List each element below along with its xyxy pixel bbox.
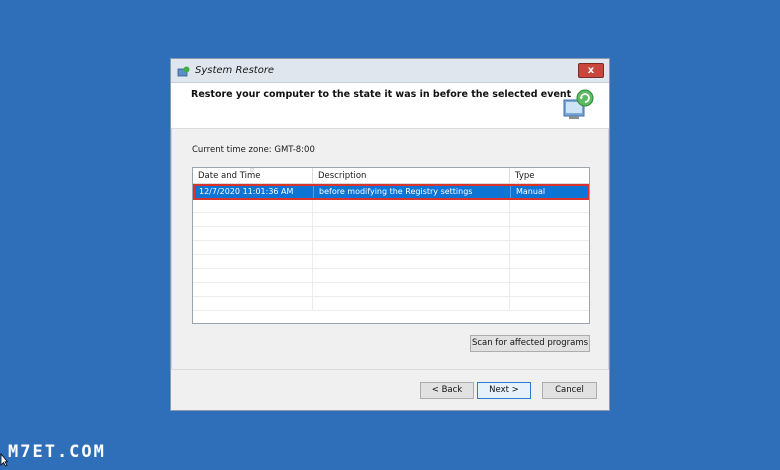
header-instruction: Restore your computer to the state it wa… [191, 89, 572, 100]
restore-points-table[interactable]: ▽ Date and Time Description Type 12/7/20… [192, 167, 590, 324]
system-restore-window: System Restore x Restore your computer t… [170, 58, 610, 411]
empty-row [193, 269, 589, 283]
close-button[interactable]: x [578, 63, 604, 78]
site-watermark: M7ET.COM [8, 442, 106, 462]
empty-row [193, 297, 589, 311]
table-header: ▽ Date and Time Description Type [193, 168, 589, 184]
close-icon: x [587, 65, 595, 76]
wizard-header: Restore your computer to the state it wa… [171, 83, 609, 129]
table-row[interactable]: 12/7/2020 11:01:36 AM before modifying t… [193, 184, 589, 200]
row-description: before modifying the Registry settings [314, 185, 511, 198]
row-date: 12/7/2020 11:01:36 AM [194, 185, 314, 198]
empty-row [193, 199, 589, 213]
restore-computer-icon [561, 88, 597, 124]
back-button[interactable]: < Back [420, 382, 474, 399]
column-header-type[interactable]: Type [510, 168, 589, 183]
mouse-cursor-icon [0, 452, 9, 467]
empty-row [193, 241, 589, 255]
timezone-label: Current time zone: GMT-8:00 [192, 145, 315, 155]
cancel-button[interactable]: Cancel [542, 382, 597, 399]
empty-row [193, 227, 589, 241]
sort-arrow-icon: ▽ [250, 168, 254, 174]
empty-row [193, 255, 589, 269]
title-bar[interactable]: System Restore [171, 59, 609, 83]
row-type: Manual [511, 185, 588, 198]
column-header-description[interactable]: Description [313, 168, 510, 183]
system-restore-icon [177, 64, 190, 77]
scan-affected-programs-button[interactable]: Scan for affected programs [470, 335, 590, 352]
next-button[interactable]: Next > [477, 382, 531, 399]
empty-row [193, 283, 589, 297]
window-title: System Restore [195, 65, 275, 76]
empty-row [193, 213, 589, 227]
